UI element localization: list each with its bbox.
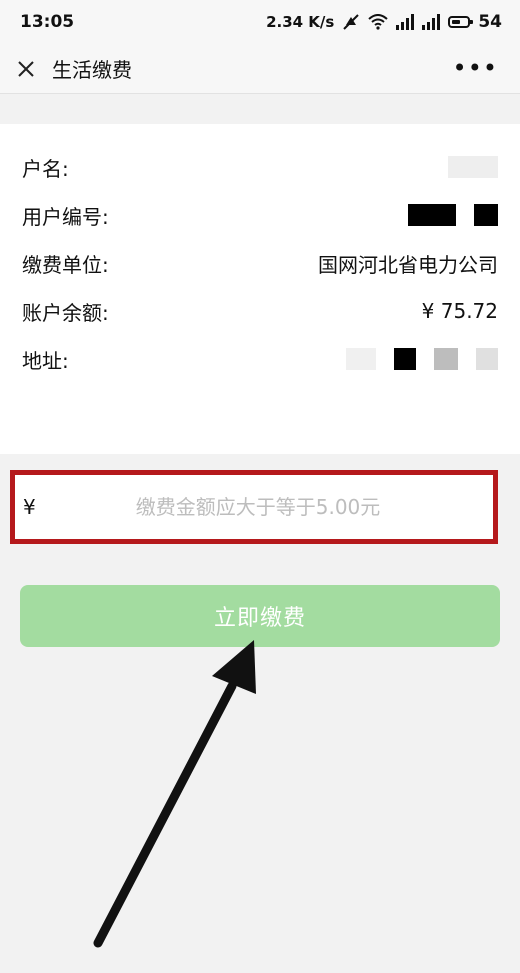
address-row: 地址:	[0, 339, 520, 379]
redacted-value	[346, 348, 498, 370]
payee-value: 国网河北省电力公司	[318, 252, 498, 277]
payee-row: 缴费单位: 国网河北省电力公司	[0, 243, 520, 283]
balance-value: ¥ 75.72	[421, 299, 498, 323]
address-label: 地址:	[22, 348, 69, 373]
pay-now-button[interactable]: 立即缴费	[20, 585, 500, 647]
status-bar: 13:05 2.34 K/s 54	[0, 0, 520, 44]
account-name-label: 户名:	[22, 156, 69, 181]
account-info-card: 户名: 用户编号: 缴费单位: 国网河北省电力公司 账户余额: ¥ 75.72 …	[0, 124, 520, 454]
close-icon[interactable]	[2, 45, 50, 93]
title-bar: 生活缴费 •••	[0, 44, 520, 94]
currency-symbol: ¥	[23, 495, 36, 519]
redacted-value	[448, 156, 498, 178]
battery-level: 54	[478, 12, 502, 32]
page-title: 生活缴费	[52, 58, 132, 82]
amount-field-highlight: ¥	[10, 470, 498, 544]
more-icon[interactable]: •••	[453, 56, 498, 80]
balance-label: 账户余额:	[22, 300, 109, 325]
signal-4g-icon	[396, 14, 415, 30]
status-icons: 2.34 K/s 54	[266, 12, 502, 32]
amount-input[interactable]	[63, 494, 453, 520]
account-number-label: 用户编号:	[22, 204, 109, 229]
account-name-row: 户名:	[0, 147, 520, 187]
mute-icon	[343, 14, 360, 30]
payee-label: 缴费单位:	[22, 252, 109, 277]
redacted-value	[408, 204, 498, 226]
account-number-row: 用户编号:	[0, 195, 520, 235]
battery-icon	[448, 16, 474, 28]
status-time: 13:05	[20, 12, 75, 32]
balance-row: 账户余额: ¥ 75.72	[0, 291, 520, 331]
signal-icon	[422, 14, 441, 30]
wifi-icon	[368, 14, 388, 30]
net-speed: 2.34 K/s	[266, 13, 335, 31]
